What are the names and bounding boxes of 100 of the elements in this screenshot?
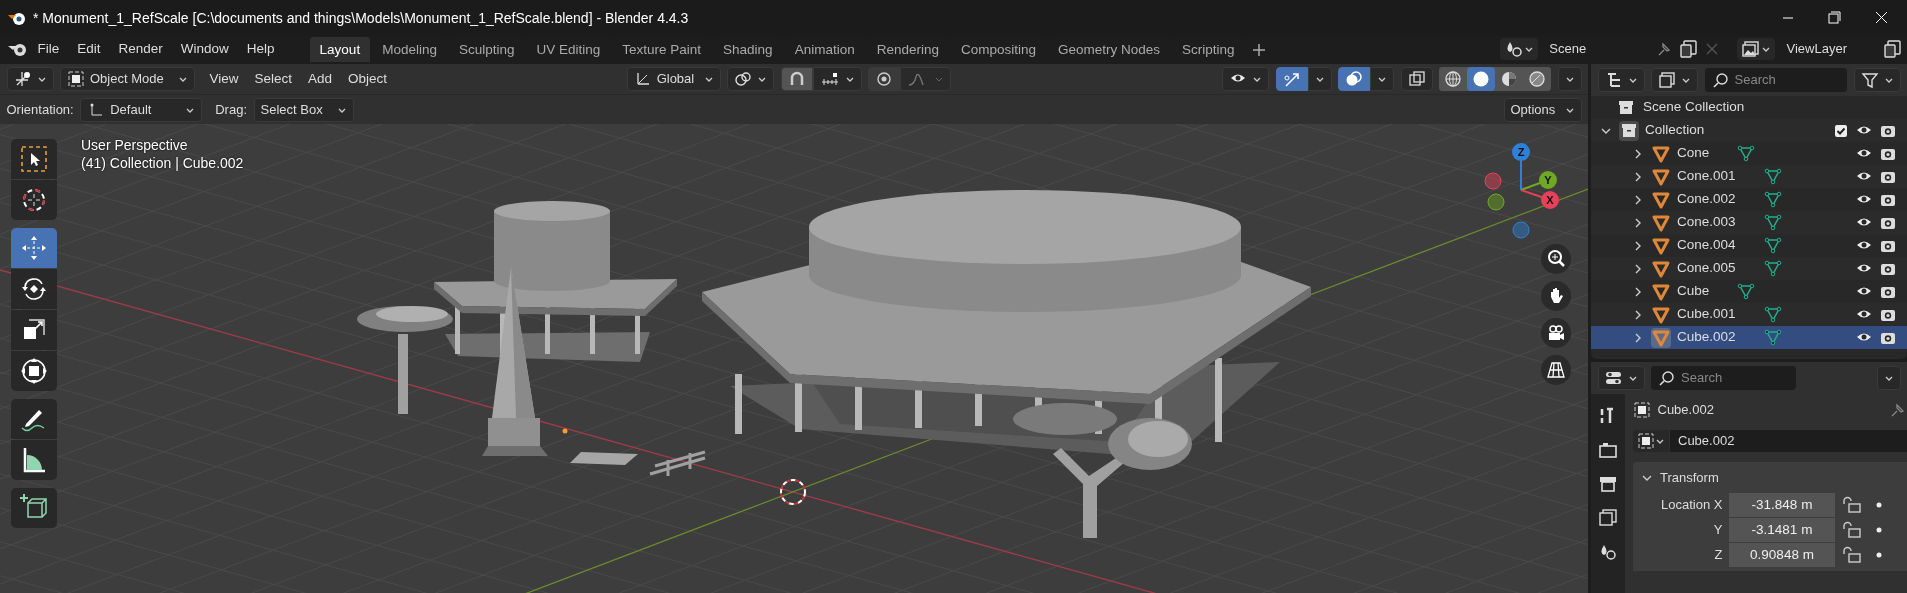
perspective-toggle-button[interactable] (1541, 355, 1571, 385)
display-mode-dropdown[interactable] (1597, 68, 1645, 92)
pan-button[interactable] (1541, 281, 1571, 311)
outliner-row[interactable]: Cube (1591, 280, 1907, 303)
add-cube-tool[interactable] (11, 488, 57, 528)
proportional-toggle[interactable] (868, 67, 901, 91)
editor-type-button[interactable] (6, 67, 54, 91)
workspace-tab[interactable]: Layout (309, 37, 371, 62)
mesh-data-icon[interactable] (1763, 167, 1782, 186)
location-field[interactable]: -3.1481 m (1729, 517, 1835, 542)
menu-item[interactable]: Edit (68, 38, 110, 60)
outliner-row[interactable]: Cone.002 (1591, 188, 1907, 211)
object-name[interactable]: Cube.002 (1677, 327, 1736, 348)
menu-item[interactable]: File (28, 38, 69, 60)
datablock-type-button[interactable] (1633, 429, 1669, 452)
gizmo-toggle[interactable] (1275, 67, 1308, 91)
lock-open-icon[interactable] (1841, 520, 1863, 539)
filter-dropdown[interactable] (1651, 68, 1698, 92)
orientation-default-dropdown[interactable]: Default (80, 97, 203, 122)
options-dropdown[interactable]: Options (1503, 97, 1582, 122)
axis-handle[interactable]: X (1541, 191, 1559, 209)
render-icon[interactable] (1598, 440, 1618, 460)
collection-name[interactable]: Collection (1645, 120, 1705, 141)
object-name[interactable]: Cone.003 (1677, 212, 1736, 233)
camera-view-button[interactable] (1541, 318, 1571, 348)
outliner-row[interactable]: Cube.002 (1591, 326, 1907, 349)
options-dropdown[interactable] (1876, 366, 1901, 390)
shading-button[interactable] (1467, 67, 1495, 91)
header-menu[interactable]: Object (340, 68, 396, 90)
scene-type-button[interactable] (1500, 38, 1538, 60)
snap-toggle[interactable] (780, 67, 813, 91)
filter-funnel-dropdown[interactable] (1853, 68, 1901, 92)
3d-models-drawing[interactable] (357, 190, 1311, 538)
location-field[interactable]: 0.90848 m (1729, 542, 1835, 567)
3d-cursor-icon[interactable] (780, 479, 806, 505)
object-name[interactable]: Cone.001 (1677, 166, 1736, 187)
overlays-toggle[interactable] (1338, 67, 1370, 91)
search-field[interactable]: Search (1651, 366, 1796, 390)
cursor-tool[interactable] (11, 180, 57, 220)
3d-viewport[interactable]: User Perspective (41) Collection | Cube.002 Z Y X (0, 124, 1588, 593)
axis-handle[interactable]: Z (1512, 143, 1530, 161)
mesh-data-icon[interactable] (1763, 213, 1782, 232)
panel-title[interactable]: Transform (1660, 467, 1719, 488)
object-name[interactable]: Cube.001 (1677, 304, 1736, 325)
xray-toggle[interactable] (1400, 67, 1433, 91)
measure-tool[interactable] (11, 440, 57, 480)
view-layer-type-button[interactable] (1737, 38, 1776, 60)
object-name[interactable]: Cube (1677, 281, 1710, 302)
copy-icon[interactable] (1881, 38, 1904, 60)
mesh-data-icon[interactable] (1763, 190, 1782, 209)
drag-dropdown[interactable]: Select Box (253, 97, 354, 122)
object-name[interactable]: Cone.005 (1677, 258, 1736, 279)
mesh-data-icon[interactable] (1737, 144, 1756, 163)
overlays-dropdown[interactable] (1370, 67, 1394, 91)
editor-type-button[interactable] (1597, 366, 1645, 390)
header-menu[interactable]: View (201, 68, 247, 90)
header-menu[interactable]: Add (300, 68, 341, 90)
mesh-data-icon[interactable] (1763, 305, 1782, 324)
checkbox-checked-icon[interactable] (1833, 122, 1849, 139)
snap-dropdown[interactable] (812, 67, 862, 91)
menu-item[interactable]: Window (171, 38, 238, 60)
mesh-data-icon[interactable] (1763, 236, 1782, 255)
lock-open-icon[interactable] (1841, 495, 1863, 514)
mesh-data-icon[interactable] (1763, 328, 1782, 347)
mesh-data-icon[interactable] (1763, 259, 1782, 278)
move-tool[interactable] (11, 228, 57, 268)
outliner-row[interactable]: Cone (1591, 142, 1907, 165)
negative-axis-handle[interactable] (1484, 172, 1502, 190)
outliner-row[interactable]: Cone.004 (1591, 234, 1907, 257)
select-tool[interactable] (11, 139, 57, 179)
mode-dropdown[interactable]: Object Mode (60, 67, 195, 91)
orientation-dropdown[interactable]: Global (626, 67, 721, 91)
menu-item[interactable]: Render (109, 38, 172, 60)
pivot-dropdown[interactable] (727, 67, 775, 91)
menu-item[interactable]: Help (237, 38, 284, 60)
search-field[interactable]: Search (1704, 68, 1847, 92)
visibility-dropdown[interactable] (1222, 67, 1269, 91)
output-icon[interactable] (1598, 474, 1618, 494)
field-label: Z (1714, 547, 1723, 562)
object-name[interactable]: Cone.002 (1677, 189, 1736, 210)
collection-name[interactable]: Scene Collection (1643, 97, 1745, 118)
header-menu[interactable]: Select (246, 68, 301, 90)
object-name[interactable]: Cone (1677, 143, 1710, 164)
negative-axis-handle[interactable] (1512, 221, 1530, 239)
object-name[interactable]: Cone.004 (1677, 235, 1736, 256)
copy-icon[interactable] (1677, 38, 1700, 60)
scale-tool[interactable] (11, 310, 57, 350)
shading-dropdown[interactable] (1557, 67, 1582, 91)
solid-shading-icon (1472, 70, 1490, 88)
annotate-tool[interactable] (11, 399, 57, 439)
mesh-data-icon[interactable] (1737, 282, 1756, 301)
transform-tool[interactable] (11, 351, 57, 391)
view-layer-icon[interactable] (1598, 508, 1618, 528)
lock-open-icon[interactable] (1841, 545, 1863, 564)
negative-axis-handle[interactable] (1487, 193, 1505, 211)
zoom-button[interactable] (1541, 244, 1571, 274)
location-field[interactable]: -31.848 m (1729, 492, 1835, 517)
axis-handle[interactable]: Y (1539, 171, 1557, 189)
rotate-tool[interactable] (11, 269, 57, 309)
datablock-name-field[interactable]: Cube.002 (1670, 429, 1907, 452)
